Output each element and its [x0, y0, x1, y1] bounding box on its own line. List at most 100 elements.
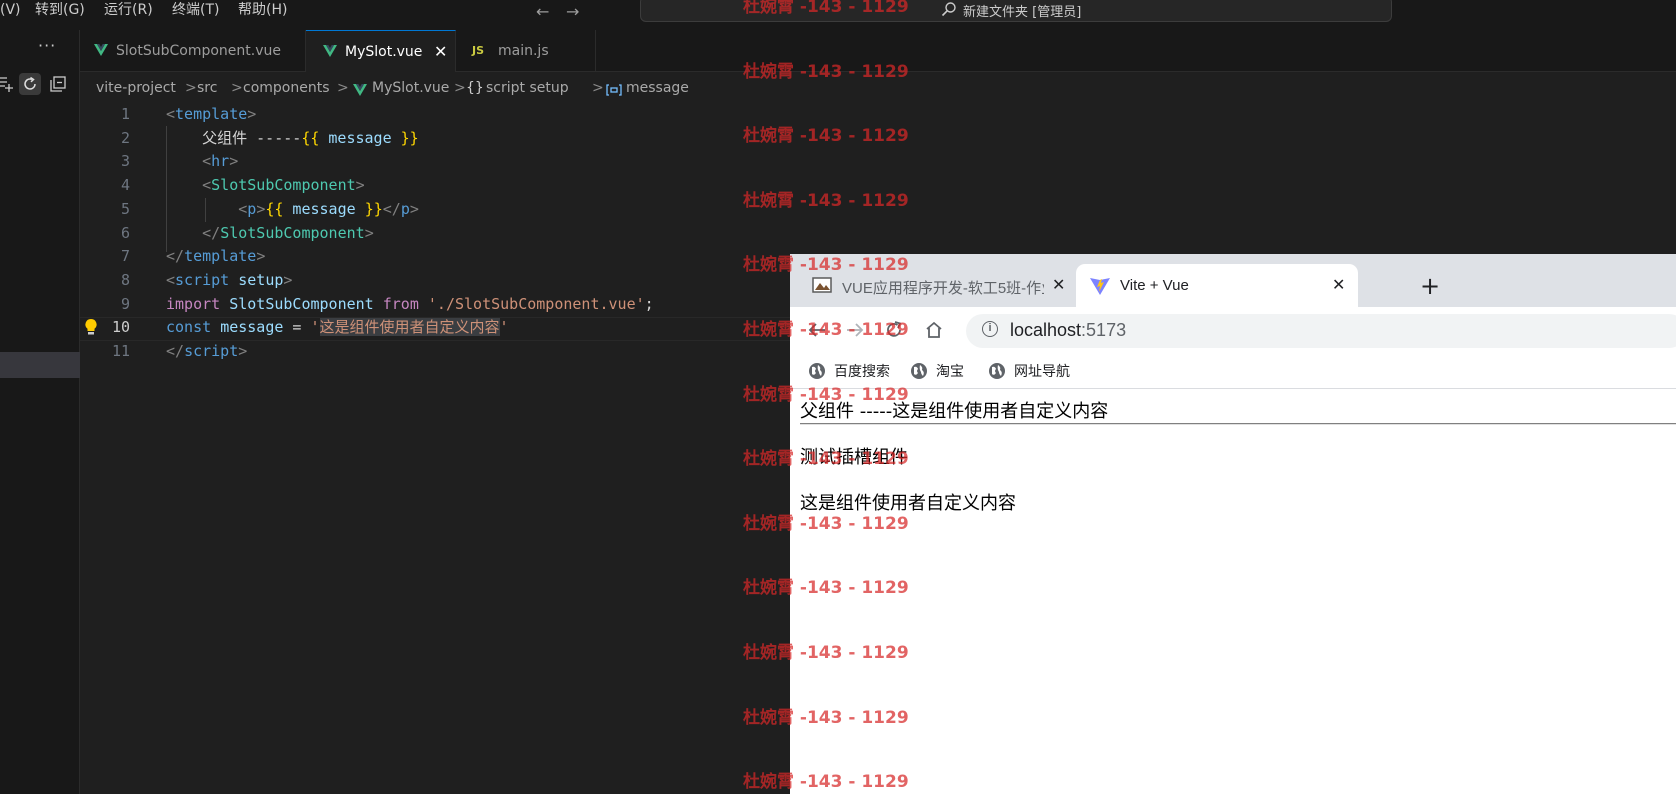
vite-logo-icon: [1090, 278, 1110, 295]
script-braces-icon: {}: [466, 80, 484, 96]
vue-icon: [94, 44, 108, 56]
command-center-label: 新建文件夹 [管理员]: [963, 5, 1082, 20]
watermark-text: 杜婉霄 -143 - 1129: [743, 126, 909, 147]
bookmarks-bar: 百度搜索 淘宝 网址导航: [790, 353, 1676, 389]
url-port: :5173: [1081, 320, 1127, 340]
lightbulb-icon[interactable]: [84, 318, 98, 336]
code-text: <p>{{ message }}</p>: [238, 199, 419, 218]
code-line[interactable]: 2 父组件 -----{{ message }}: [80, 126, 790, 150]
close-tab-icon[interactable]: ✕: [1332, 275, 1345, 295]
code-text: <template>: [166, 105, 257, 123]
new-tab-button[interactable]: +: [1420, 274, 1440, 298]
line-number: 1: [120, 105, 130, 123]
code-text: </script>: [166, 342, 248, 360]
code-line[interactable]: 11 </script>: [80, 339, 790, 363]
back-arrow-icon[interactable]: ←: [536, 2, 549, 21]
breadcrumb-separator: >: [185, 80, 197, 96]
code-line[interactable]: 9 import SlotSubComponent from './SlotSub…: [80, 292, 790, 316]
site-info-icon[interactable]: i: [982, 321, 998, 337]
code-text: <script setup>: [166, 270, 293, 289]
url-text: localhost:5173: [1010, 320, 1126, 341]
breadcrumb-item[interactable]: message: [626, 80, 689, 96]
code-line[interactable]: 1 <template>: [80, 102, 790, 126]
code-line[interactable]: 3 <hr>: [80, 149, 790, 173]
home-icon[interactable]: [924, 320, 944, 340]
watermark-text: 杜婉霄 -143 - 1129: [743, 643, 909, 663]
menu-terminal[interactable]: 终端(T): [172, 0, 219, 20]
breadcrumb-separator: >: [592, 80, 604, 96]
line-number: 9: [120, 294, 130, 313]
code-line[interactable]: 6 </SlotSubComponent>: [80, 221, 790, 245]
page-divider: [800, 423, 1676, 425]
menu-run[interactable]: 运行(R): [104, 0, 153, 20]
menu-help[interactable]: 帮助(H): [238, 0, 287, 20]
browser-tab-strip: VUE应用程序开发-软工5班-作业 ✕ Vite + Vue ✕ +: [790, 254, 1676, 307]
variable-icon: [606, 84, 622, 96]
breadcrumb-item[interactable]: vite-project: [96, 80, 176, 96]
close-tab-icon[interactable]: ✕: [1052, 275, 1065, 295]
vue-icon: [323, 45, 337, 57]
code-line[interactable]: 8 <script setup>: [80, 268, 790, 292]
code-text: 父组件 -----{{ message }}: [166, 128, 419, 147]
tab-slotsubcomponent[interactable]: SlotSubComponent.vue: [80, 30, 306, 72]
code-line[interactable]: 7 </template>: [80, 244, 790, 268]
tab-main-js[interactable]: JS main.js: [456, 30, 596, 72]
bookmark-label: 淘宝: [936, 364, 964, 380]
code-text: <hr>: [202, 152, 239, 171]
close-tab-icon[interactable]: ✕: [434, 31, 447, 73]
side-bar: ···: [0, 30, 80, 794]
line-number: 6: [120, 223, 130, 242]
breadcrumb-separator: >: [454, 80, 466, 96]
refresh-icon[interactable]: [19, 73, 41, 95]
globe-icon: [809, 363, 825, 379]
code-line[interactable]: 4 <SlotSubComponent>: [80, 173, 790, 197]
watermark-text: 杜婉霄 -143 - 1129: [743, 513, 909, 534]
watermark-text: 杜婉霄 -143 - 1129: [743, 190, 909, 211]
tab-label: MySlot.vue: [345, 44, 423, 60]
breadcrumb-item[interactable]: script setup: [486, 80, 569, 96]
line-number: 5: [120, 199, 130, 218]
watermark-text: 杜婉霄 -143 - 1129: [743, 384, 909, 405]
browser-tab-title: Vite + Vue: [1120, 277, 1189, 294]
code-line[interactable]: 5 <p>{{ message }}</p>: [80, 197, 790, 221]
watermark-text: 杜婉霄 -143 - 1129: [743, 255, 909, 276]
menu-go[interactable]: 转到(G): [35, 0, 85, 20]
watermark-text: 杜婉霄 -143 - 1129: [743, 772, 909, 793]
watermark-text: 杜婉霄 -143 - 1129: [743, 0, 909, 17]
watermark-text: 杜婉霄 -143 - 1129: [743, 707, 909, 728]
tab-label: SlotSubComponent.vue: [116, 43, 281, 59]
address-bar[interactable]: i localhost:5173: [966, 314, 1676, 348]
browser-toolbar: i localhost:5173: [790, 307, 1676, 353]
watermark-text: 杜婉霄 -143 - 1129: [743, 449, 909, 470]
code-text: import SlotSubComponent from './SlotSubC…: [166, 294, 654, 313]
explorer-selected-row[interactable]: [0, 352, 80, 378]
globe-icon: [911, 363, 927, 379]
collapse-all-icon[interactable]: [50, 76, 66, 92]
breadcrumb-item[interactable]: MySlot.vue: [372, 80, 449, 96]
watermark-text: 杜婉霄 -143 - 1129: [743, 61, 909, 82]
line-number: 8: [120, 270, 130, 289]
url-host: localhost: [1010, 320, 1082, 340]
js-icon: JS: [472, 44, 485, 57]
code-text: </template>: [166, 247, 266, 266]
line-number: 11: [111, 342, 130, 360]
breadcrumb-separator: >: [337, 80, 349, 96]
tab-myslot[interactable]: MySlot.vue ✕: [306, 30, 456, 72]
breadcrumb-item[interactable]: src: [197, 80, 217, 96]
vue-icon: [353, 84, 367, 96]
code-text: const message = '这是组件使用者自定义内容': [166, 318, 509, 337]
line-number: 3: [120, 152, 130, 171]
new-file-icon[interactable]: [0, 76, 14, 92]
breadcrumb-separator: >: [231, 80, 243, 96]
breadcrumb-item[interactable]: components: [243, 80, 330, 96]
forward-arrow-icon[interactable]: →: [566, 2, 579, 21]
menu-view[interactable]: (V): [0, 0, 21, 20]
code-line[interactable]: 10 const message = '这是组件使用者自定义内容': [80, 315, 790, 339]
tab-favicon-icon: [812, 277, 832, 293]
tab-label: main.js: [498, 43, 549, 59]
line-number: 10: [111, 318, 130, 337]
page-content: 父组件 -----这是组件使用者自定义内容 测试插槽组件 这是组件使用者自定义内…: [790, 389, 1676, 794]
code-text: </SlotSubComponent>: [202, 223, 374, 242]
more-actions-icon[interactable]: ···: [38, 36, 56, 55]
browser-tab-vite-vue[interactable]: Vite + Vue ✕: [1076, 264, 1358, 307]
